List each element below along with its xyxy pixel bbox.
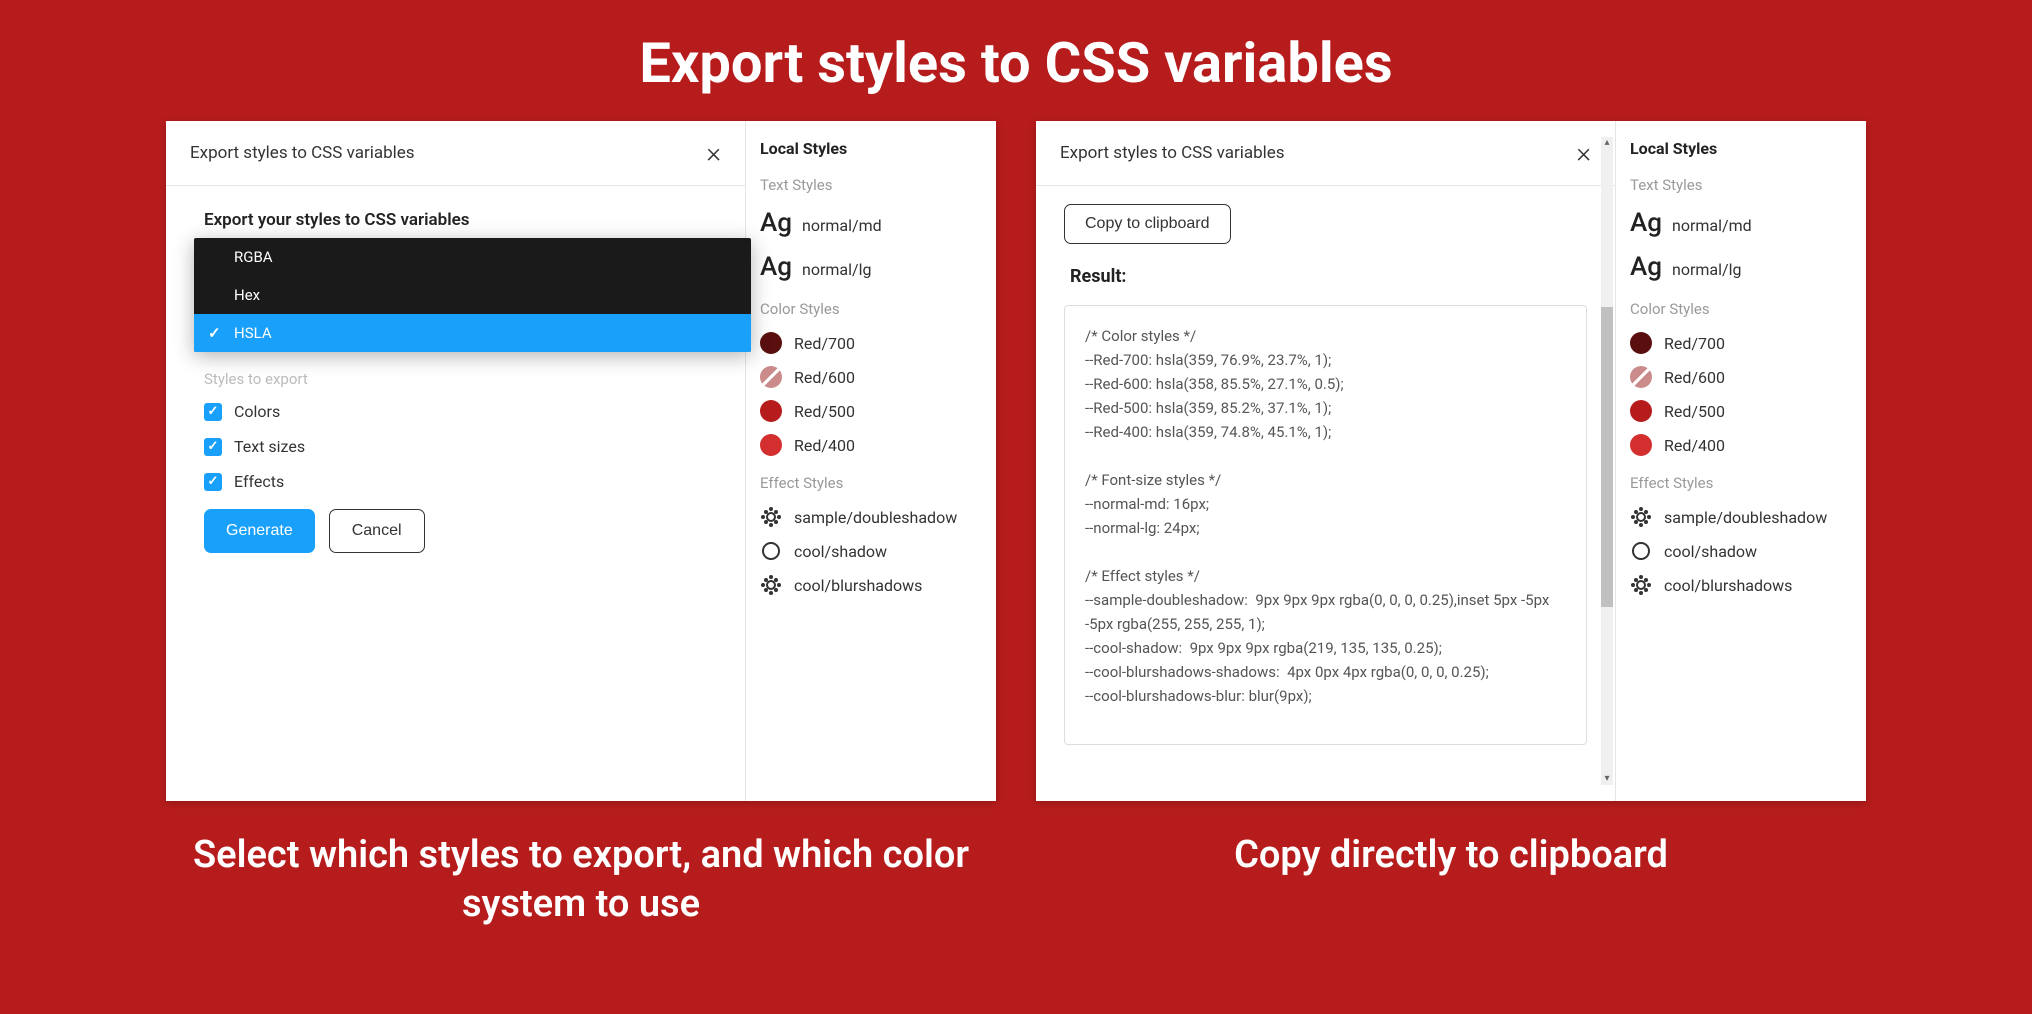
color-style-label: Red/500 xyxy=(1664,402,1725,421)
text-style-item[interactable]: Ag normal/md xyxy=(760,208,982,238)
cancel-button[interactable]: Cancel xyxy=(329,509,425,553)
effect-style-item[interactable]: sample/doubleshadow xyxy=(1630,506,1852,528)
color-swatch xyxy=(760,366,782,388)
ag-icon: Ag xyxy=(760,252,792,282)
local-styles-sidebar: Local Styles Text Styles Agnormal/md Agn… xyxy=(746,121,996,801)
effect-style-item[interactable]: cool/blurshadows xyxy=(1630,574,1852,596)
result-label: Result: xyxy=(1070,266,1587,287)
color-style-label: Red/400 xyxy=(794,436,855,455)
color-style-label: Red/700 xyxy=(1664,334,1725,353)
color-style-item[interactable]: Red/600 xyxy=(760,366,982,388)
effect-styles-label: Effect Styles xyxy=(1630,474,1852,492)
right-caption: Copy directly to clipboard xyxy=(1234,831,1668,880)
effect-style-label: cool/blurshadows xyxy=(1664,576,1792,595)
checkbox-textsizes-label: Text sizes xyxy=(234,437,305,456)
sun-icon xyxy=(1630,506,1652,528)
dropdown-option-hex[interactable]: Hex xyxy=(194,276,751,314)
effect-styles-label: Effect Styles xyxy=(760,474,982,492)
color-swatch xyxy=(760,332,782,354)
left-panel: Export styles to CSS variables × Export … xyxy=(166,121,996,801)
effect-style-label: sample/doubleshadow xyxy=(794,508,957,527)
text-style-label: normal/lg xyxy=(1672,260,1741,279)
color-style-item[interactable]: Red/600 xyxy=(1630,366,1852,388)
plugin-modal-right: Export styles to CSS variables × Copy to… xyxy=(1036,121,1616,801)
color-swatch xyxy=(1630,434,1652,456)
effect-style-item[interactable]: cool/shadow xyxy=(1630,540,1852,562)
text-styles-label: Text Styles xyxy=(760,176,982,194)
checkbox-effects[interactable]: ✓ xyxy=(204,473,222,491)
scroll-down-icon[interactable]: ▾ xyxy=(1601,773,1613,785)
scroll-up-icon[interactable]: ▴ xyxy=(1601,137,1613,149)
text-style-label: normal/lg xyxy=(802,260,871,279)
effect-style-label: sample/doubleshadow xyxy=(1664,508,1827,527)
color-style-item[interactable]: Red/400 xyxy=(1630,434,1852,456)
color-style-label: Red/500 xyxy=(794,402,855,421)
color-style-item[interactable]: Red/700 xyxy=(1630,332,1852,354)
export-heading: Export your styles to CSS variables xyxy=(204,210,707,230)
color-swatch xyxy=(1630,366,1652,388)
color-style-label: Red/600 xyxy=(794,368,855,387)
sun-icon xyxy=(1630,574,1652,596)
sidebar-heading: Local Styles xyxy=(1630,139,1852,158)
checkbox-colors-label: Colors xyxy=(234,402,280,421)
effect-style-label: cool/shadow xyxy=(794,542,887,561)
right-panel: Export styles to CSS variables × Copy to… xyxy=(1036,121,1866,801)
checkbox-colors[interactable]: ✓ xyxy=(204,403,222,421)
left-caption: Select which styles to export, and which… xyxy=(171,831,991,930)
color-swatch xyxy=(760,400,782,422)
effect-style-label: cool/shadow xyxy=(1664,542,1757,561)
checkbox-colors-row[interactable]: ✓ Colors xyxy=(204,402,707,421)
color-format-dropdown[interactable]: RGBA Hex HSLA xyxy=(194,238,751,352)
text-style-item[interactable]: Ag normal/lg xyxy=(1630,252,1852,282)
scrollbar-track[interactable]: ▴ ▾ xyxy=(1601,137,1613,785)
checkbox-textsizes[interactable]: ✓ xyxy=(204,438,222,456)
effect-style-item[interactable]: sample/doubleshadow xyxy=(760,506,982,528)
effect-style-item[interactable]: cool/shadow xyxy=(760,540,982,562)
checkbox-textsizes-row[interactable]: ✓ Text sizes xyxy=(204,437,707,456)
color-style-item[interactable]: Red/400 xyxy=(760,434,982,456)
color-styles-label: Color Styles xyxy=(760,300,982,318)
dropdown-option-hsla[interactable]: HSLA xyxy=(194,314,751,352)
sun-icon xyxy=(760,506,782,528)
text-style-label: normal/md xyxy=(1672,216,1752,235)
color-style-label: Red/600 xyxy=(1664,368,1725,387)
generate-button[interactable]: Generate xyxy=(204,509,315,553)
close-icon[interactable]: × xyxy=(706,139,721,167)
checkbox-effects-row[interactable]: ✓ Effects xyxy=(204,472,707,491)
color-swatch xyxy=(1630,400,1652,422)
color-swatch xyxy=(760,434,782,456)
effect-style-label: cool/blurshadows xyxy=(794,576,922,595)
color-style-label: Red/400 xyxy=(1664,436,1725,455)
effect-style-item[interactable]: cool/blurshadows xyxy=(760,574,982,596)
ring-icon xyxy=(760,540,782,562)
styles-to-export-label: Styles to export xyxy=(204,370,707,388)
text-style-label: normal/md xyxy=(802,216,882,235)
page-title: Export styles to CSS variables xyxy=(0,0,2032,121)
text-style-item[interactable]: Ag normal/lg xyxy=(760,252,982,282)
sidebar-heading: Local Styles xyxy=(760,139,982,158)
modal-title: Export styles to CSS variables xyxy=(190,143,415,163)
text-style-item[interactable]: Ag normal/md xyxy=(1630,208,1852,238)
ag-icon: Ag xyxy=(760,208,792,238)
dropdown-option-rgba[interactable]: RGBA xyxy=(194,238,751,276)
color-style-item[interactable]: Red/500 xyxy=(760,400,982,422)
color-style-item[interactable]: Red/500 xyxy=(1630,400,1852,422)
close-icon[interactable]: × xyxy=(1576,139,1591,167)
color-style-label: Red/700 xyxy=(794,334,855,353)
local-styles-sidebar: Local Styles Text Styles Agnormal/md Agn… xyxy=(1616,121,1866,801)
color-swatch xyxy=(1630,332,1652,354)
color-styles-label: Color Styles xyxy=(1630,300,1852,318)
scrollbar-thumb[interactable] xyxy=(1601,307,1613,607)
plugin-modal-left: Export styles to CSS variables × Export … xyxy=(166,121,746,801)
ring-icon xyxy=(1630,540,1652,562)
modal-title: Export styles to CSS variables xyxy=(1060,143,1285,163)
ag-icon: Ag xyxy=(1630,252,1662,282)
checkbox-effects-label: Effects xyxy=(234,472,284,491)
color-style-item[interactable]: Red/700 xyxy=(760,332,982,354)
sun-icon xyxy=(760,574,782,596)
result-code[interactable]: /* Color styles */ --Red-700: hsla(359, … xyxy=(1064,305,1587,745)
ag-icon: Ag xyxy=(1630,208,1662,238)
text-styles-label: Text Styles xyxy=(1630,176,1852,194)
copy-clipboard-button[interactable]: Copy to clipboard xyxy=(1064,204,1231,244)
